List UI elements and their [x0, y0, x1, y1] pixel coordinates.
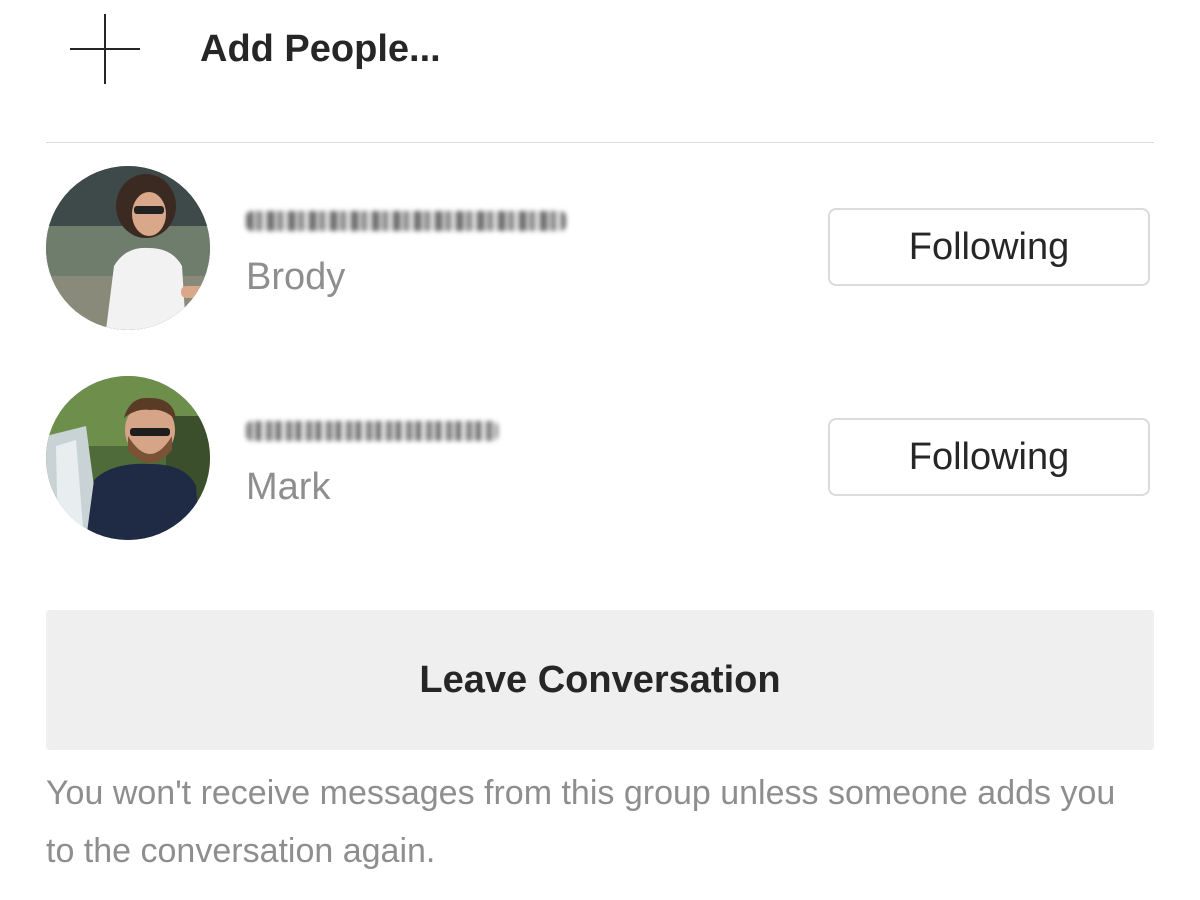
leave-conversation-button[interactable]: Leave Conversation [46, 610, 1154, 750]
member-row[interactable]: Mark Following [46, 376, 1154, 540]
leave-conversation-note: You won't receive messages from this gro… [46, 774, 1116, 870]
conversation-details-page: Add People... Brody Following Mark Follo… [0, 0, 1200, 900]
following-button[interactable]: Following [828, 208, 1150, 286]
member-name: Mark [246, 466, 331, 508]
plus-icon [70, 14, 140, 84]
avatar-photo [46, 376, 210, 540]
username-redacted [246, 421, 498, 441]
following-button[interactable]: Following [828, 418, 1150, 496]
avatar[interactable] [46, 376, 210, 540]
avatar-photo [46, 166, 210, 330]
add-people-label: Add People... [200, 28, 441, 70]
member-name: Brody [246, 256, 346, 298]
member-row[interactable]: Brody Following [46, 166, 1154, 330]
avatar[interactable] [46, 166, 210, 330]
add-people-row[interactable]: Add People... [46, 0, 1154, 142]
username-redacted [246, 211, 566, 231]
divider [46, 142, 1154, 143]
